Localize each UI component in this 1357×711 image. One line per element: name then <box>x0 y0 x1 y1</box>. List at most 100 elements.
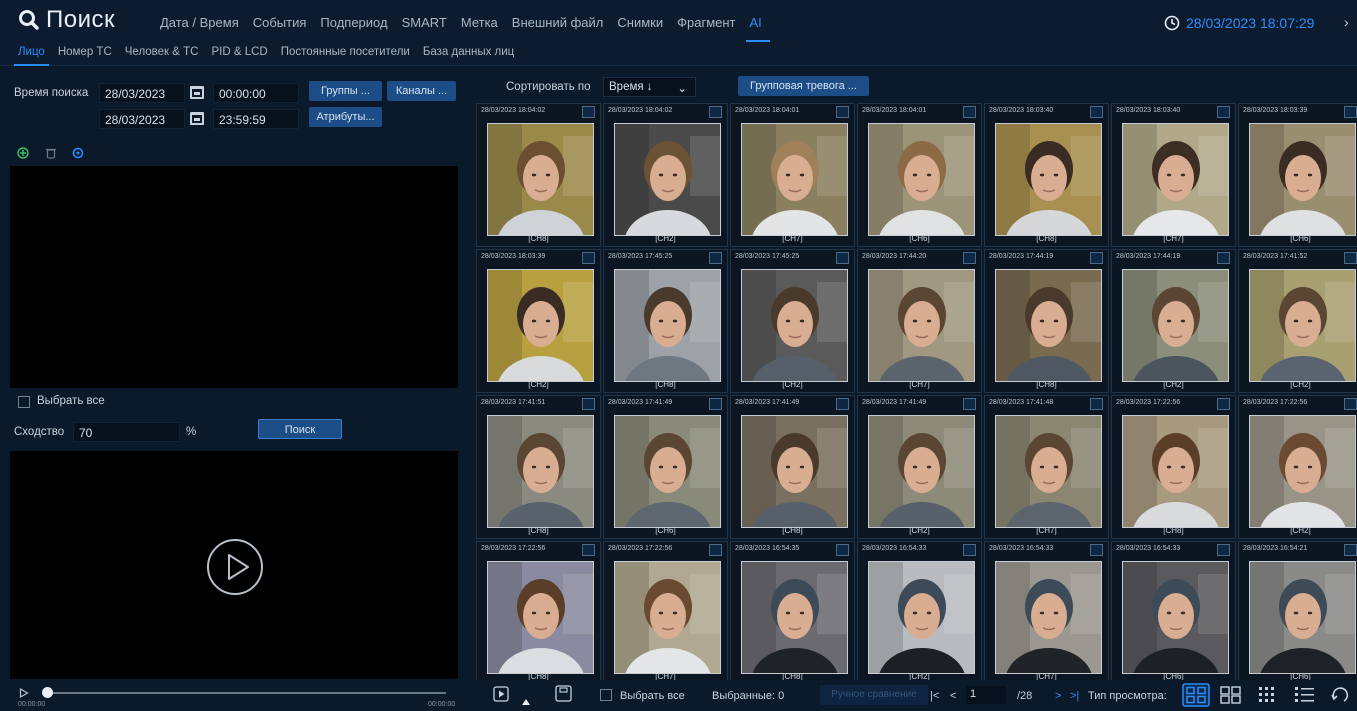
result-thumbnail[interactable] <box>1249 415 1356 528</box>
footer-select-all-checkbox[interactable] <box>600 689 612 701</box>
result-checkbox[interactable] <box>582 252 595 264</box>
result-card[interactable]: 28/03/2023 16:54:33 [CH6] <box>1111 541 1236 685</box>
delete-icon[interactable] <box>45 147 57 159</box>
playback-handle[interactable] <box>42 687 53 698</box>
sort-dropdown[interactable]: Время ↓ ⌄ <box>603 77 696 97</box>
nav-item-7[interactable]: Фрагмент <box>677 15 735 30</box>
result-card[interactable]: 28/03/2023 18:04:02 [CH8] <box>476 103 601 247</box>
result-checkbox[interactable] <box>963 544 976 556</box>
result-thumbnail[interactable] <box>614 269 721 382</box>
result-card[interactable]: 28/03/2023 17:41:49 [CH2] <box>857 395 982 539</box>
result-card[interactable]: 28/03/2023 17:22:56 [CH7] <box>603 541 728 685</box>
end-date-field[interactable]: 28/03/2023 <box>99 109 185 129</box>
result-card[interactable]: 28/03/2023 17:41:52 [CH2] <box>1238 249 1357 393</box>
result-thumbnail[interactable] <box>868 415 975 528</box>
result-checkbox[interactable] <box>1090 544 1103 556</box>
start-calendar-icon[interactable] <box>190 86 204 99</box>
result-thumbnail[interactable] <box>995 269 1102 382</box>
result-card[interactable]: 28/03/2023 18:04:02 [CH2] <box>603 103 728 247</box>
result-checkbox[interactable] <box>836 544 849 556</box>
result-card[interactable]: 28/03/2023 17:22:56 [CH8] <box>1111 395 1236 539</box>
similarity-input[interactable]: 70 <box>73 422 180 442</box>
channels-button[interactable]: Каналы ... <box>387 81 456 101</box>
result-checkbox[interactable] <box>1217 106 1230 118</box>
result-thumbnail[interactable] <box>741 123 848 236</box>
sub-tab-3[interactable]: PID & LCD <box>211 46 267 58</box>
result-thumbnail[interactable] <box>487 123 594 236</box>
result-card[interactable]: 28/03/2023 17:45:25 [CH8] <box>603 249 728 393</box>
result-thumbnail[interactable] <box>1122 123 1229 236</box>
result-card[interactable]: 28/03/2023 16:54:33 [CH7] <box>984 541 1109 685</box>
start-time-field[interactable]: 00:00:00 <box>213 83 299 103</box>
result-thumbnail[interactable] <box>995 123 1102 236</box>
result-thumbnail[interactable] <box>1249 561 1356 674</box>
nav-item-6[interactable]: Снимки <box>617 15 663 30</box>
attributes-button[interactable]: Атрибуты... <box>309 107 382 127</box>
play-selected-icon[interactable] <box>493 686 509 702</box>
groups-button[interactable]: Группы ... <box>309 81 382 101</box>
result-thumbnail[interactable] <box>614 415 721 528</box>
end-calendar-icon[interactable] <box>190 112 204 125</box>
result-checkbox[interactable] <box>836 106 849 118</box>
result-checkbox[interactable] <box>1344 398 1357 410</box>
refresh-icon[interactable] <box>1330 685 1350 705</box>
nav-item-5[interactable]: Внешний файл <box>512 15 604 30</box>
result-thumbnail[interactable] <box>868 561 975 674</box>
result-card[interactable]: 28/03/2023 17:41:51 [CH8] <box>476 395 601 539</box>
result-checkbox[interactable] <box>963 106 976 118</box>
settings-icon[interactable] <box>72 147 84 159</box>
sub-tab-4[interactable]: Постоянные посетители <box>281 46 410 58</box>
save-icon[interactable] <box>555 685 572 702</box>
result-checkbox[interactable] <box>709 106 722 118</box>
result-checkbox[interactable] <box>1344 544 1357 556</box>
nav-item-1[interactable]: События <box>253 15 307 30</box>
start-date-field[interactable]: 28/03/2023 <box>99 83 185 103</box>
result-checkbox[interactable] <box>963 252 976 264</box>
result-card[interactable]: 28/03/2023 17:22:56 [CH2] <box>1238 395 1357 539</box>
result-thumbnail[interactable] <box>741 415 848 528</box>
end-time-field[interactable]: 23:59:59 <box>213 109 299 129</box>
result-checkbox[interactable] <box>582 106 595 118</box>
result-thumbnail[interactable] <box>741 561 848 674</box>
result-checkbox[interactable] <box>709 398 722 410</box>
result-checkbox[interactable] <box>582 544 595 556</box>
result-checkbox[interactable] <box>709 544 722 556</box>
result-card[interactable]: 28/03/2023 17:45:25 [CH2] <box>730 249 855 393</box>
result-card[interactable]: 28/03/2023 17:44:19 [CH2] <box>1111 249 1236 393</box>
result-checkbox[interactable] <box>709 252 722 264</box>
list-view-icon[interactable] <box>1294 686 1316 704</box>
sub-tab-5[interactable]: База данных лиц <box>423 46 514 58</box>
result-checkbox[interactable] <box>1090 106 1103 118</box>
result-thumbnail[interactable] <box>1122 561 1229 674</box>
result-card[interactable]: 28/03/2023 16:54:35 [CH8] <box>730 541 855 685</box>
result-card[interactable]: 28/03/2023 17:41:48 [CH7] <box>984 395 1109 539</box>
result-thumbnail[interactable] <box>1122 415 1229 528</box>
caret-up-icon[interactable] <box>521 698 531 706</box>
result-checkbox[interactable] <box>1090 398 1103 410</box>
sub-tab-2[interactable]: Человек & ТС <box>125 46 199 58</box>
result-thumbnail[interactable] <box>741 269 848 382</box>
page-input[interactable]: 1 <box>966 686 1006 704</box>
result-checkbox[interactable] <box>582 398 595 410</box>
result-thumbnail[interactable] <box>868 123 975 236</box>
result-card[interactable]: 28/03/2023 17:41:49 [CH8] <box>730 395 855 539</box>
search-button[interactable]: Поиск <box>258 419 342 439</box>
result-card[interactable]: 28/03/2023 17:22:56 [CH8] <box>476 541 601 685</box>
grid-view-small-icon[interactable] <box>1258 686 1276 704</box>
result-card[interactable]: 28/03/2023 18:03:40 [CH7] <box>1111 103 1236 247</box>
result-thumbnail[interactable] <box>1249 123 1356 236</box>
result-card[interactable]: 28/03/2023 18:03:39 [CH6] <box>1238 103 1357 247</box>
result-card[interactable]: 28/03/2023 16:54:33 [CH2] <box>857 541 982 685</box>
result-checkbox[interactable] <box>836 252 849 264</box>
nav-item-3[interactable]: SMART <box>402 15 447 30</box>
small-play-icon[interactable] <box>19 688 29 698</box>
nav-item-2[interactable]: Подпериод <box>320 15 387 30</box>
result-checkbox[interactable] <box>963 398 976 410</box>
group-alarm-button[interactable]: Групповая тревога ... <box>738 76 869 96</box>
result-thumbnail[interactable] <box>995 561 1102 674</box>
result-card[interactable]: 28/03/2023 17:41:49 [CH6] <box>603 395 728 539</box>
result-card[interactable]: 28/03/2023 18:04:01 [CH7] <box>730 103 855 247</box>
result-checkbox[interactable] <box>836 398 849 410</box>
result-card[interactable]: 28/03/2023 16:54:21 [CH6] <box>1238 541 1357 685</box>
result-thumbnail[interactable] <box>1249 269 1356 382</box>
